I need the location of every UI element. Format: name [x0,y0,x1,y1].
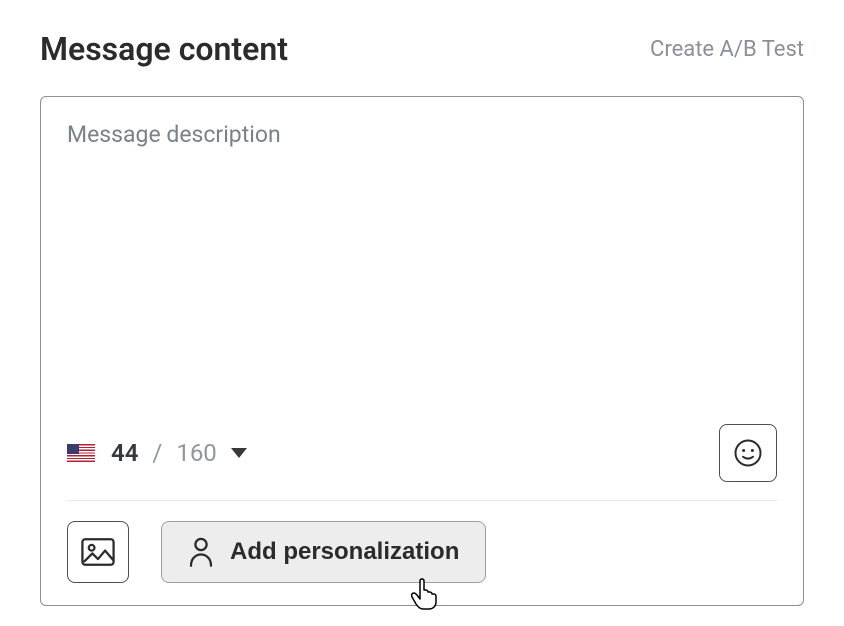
add-personalization-label: Add personalization [230,538,459,566]
counter-row: 44 / 160 [67,424,777,501]
create-ab-test-link[interactable]: Create A/B Test [650,37,804,62]
cursor-pointer-icon [410,578,438,610]
char-count-separator: / [152,439,162,467]
section-header: Message content Create A/B Test [40,30,804,68]
image-icon [81,537,115,567]
smile-icon [733,438,763,468]
character-counter[interactable]: 44 / 160 [67,439,247,467]
person-icon [188,537,214,567]
char-count-max: 160 [176,439,216,467]
char-count-current: 44 [111,439,138,467]
action-row: Add personalization [67,501,777,583]
chevron-down-icon [231,448,247,458]
us-flag-icon [67,444,95,462]
message-textarea[interactable] [67,121,777,414]
add-personalization-button[interactable]: Add personalization [161,521,486,583]
emoji-picker-button[interactable] [719,424,777,482]
message-editor: 44 / 160 Add pe [40,96,804,606]
section-title: Message content [40,30,288,68]
add-image-button[interactable] [67,521,129,583]
